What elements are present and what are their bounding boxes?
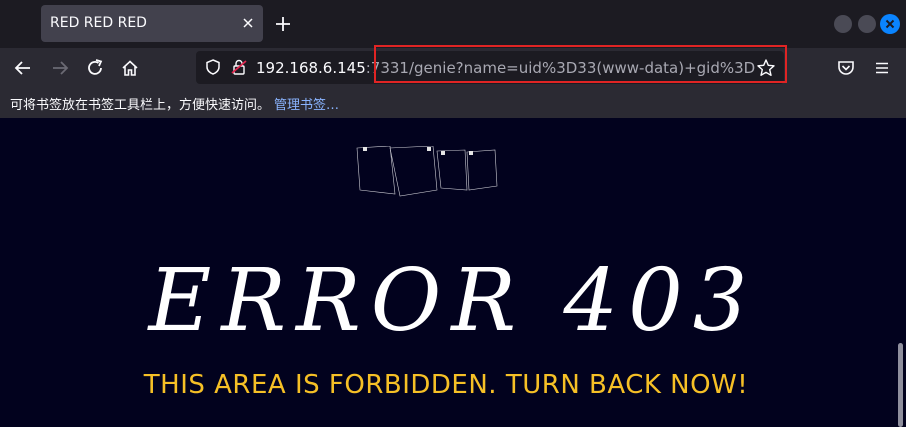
menu-icon[interactable] — [871, 57, 893, 79]
close-icon — [885, 19, 895, 29]
insecure-lock-icon[interactable] — [230, 58, 248, 76]
home-icon[interactable] — [119, 57, 141, 79]
shield-icon[interactable] — [204, 58, 222, 76]
manage-bookmarks-link[interactable]: 管理书签… — [274, 98, 339, 113]
reload-icon[interactable] — [84, 57, 106, 79]
back-arrow-icon[interactable] — [12, 57, 34, 79]
url-host: 192.168.6.145 — [256, 59, 366, 77]
bookmarks-hint: 可将书签放在书签工具栏上，方便快速访问。 — [10, 98, 271, 113]
broken-image-icon — [466, 149, 498, 191]
error-title: ERROR 403 — [148, 251, 758, 351]
error-subtitle: THIS AREA IS FORBIDDEN. TURN BACK NOW! — [143, 370, 749, 400]
url-path: :7331/genie?name=uid%3D33(www-data)+gid%… — [365, 59, 756, 77]
tab-active[interactable]: RED RED RED — [41, 5, 263, 42]
broken-image-icon — [436, 149, 468, 191]
minimize-button[interactable] — [834, 15, 852, 33]
scrollbar-thumb[interactable] — [898, 343, 903, 427]
broken-image-icon — [356, 146, 396, 195]
broken-image-icon — [389, 146, 438, 197]
maximize-button[interactable] — [858, 15, 876, 33]
close-icon[interactable] — [241, 16, 255, 30]
bookmarks-toolbar: 可将书签放在书签工具栏上，方便快速访问。 管理书签… — [0, 88, 906, 118]
address-bar[interactable]: 192.168.6.145:7331/genie?name=uid%3D33(w… — [196, 51, 784, 84]
tab-strip: RED RED RED — [0, 0, 906, 48]
window-close-button[interactable] — [880, 14, 900, 34]
plus-icon[interactable] — [272, 13, 294, 35]
page-content: ERROR 403 THIS AREA IS FORBIDDEN. TURN B… — [0, 118, 906, 427]
broken-images — [356, 146, 498, 197]
forward-arrow-icon[interactable] — [49, 57, 71, 79]
navigation-toolbar: 192.168.6.145:7331/genie?name=uid%3D33(w… — [0, 48, 906, 88]
star-icon[interactable] — [756, 58, 776, 78]
pocket-icon[interactable] — [835, 57, 857, 79]
url-text[interactable]: 192.168.6.145:7331/genie?name=uid%3D33(w… — [256, 59, 756, 77]
tab-title: RED RED RED — [50, 15, 147, 31]
